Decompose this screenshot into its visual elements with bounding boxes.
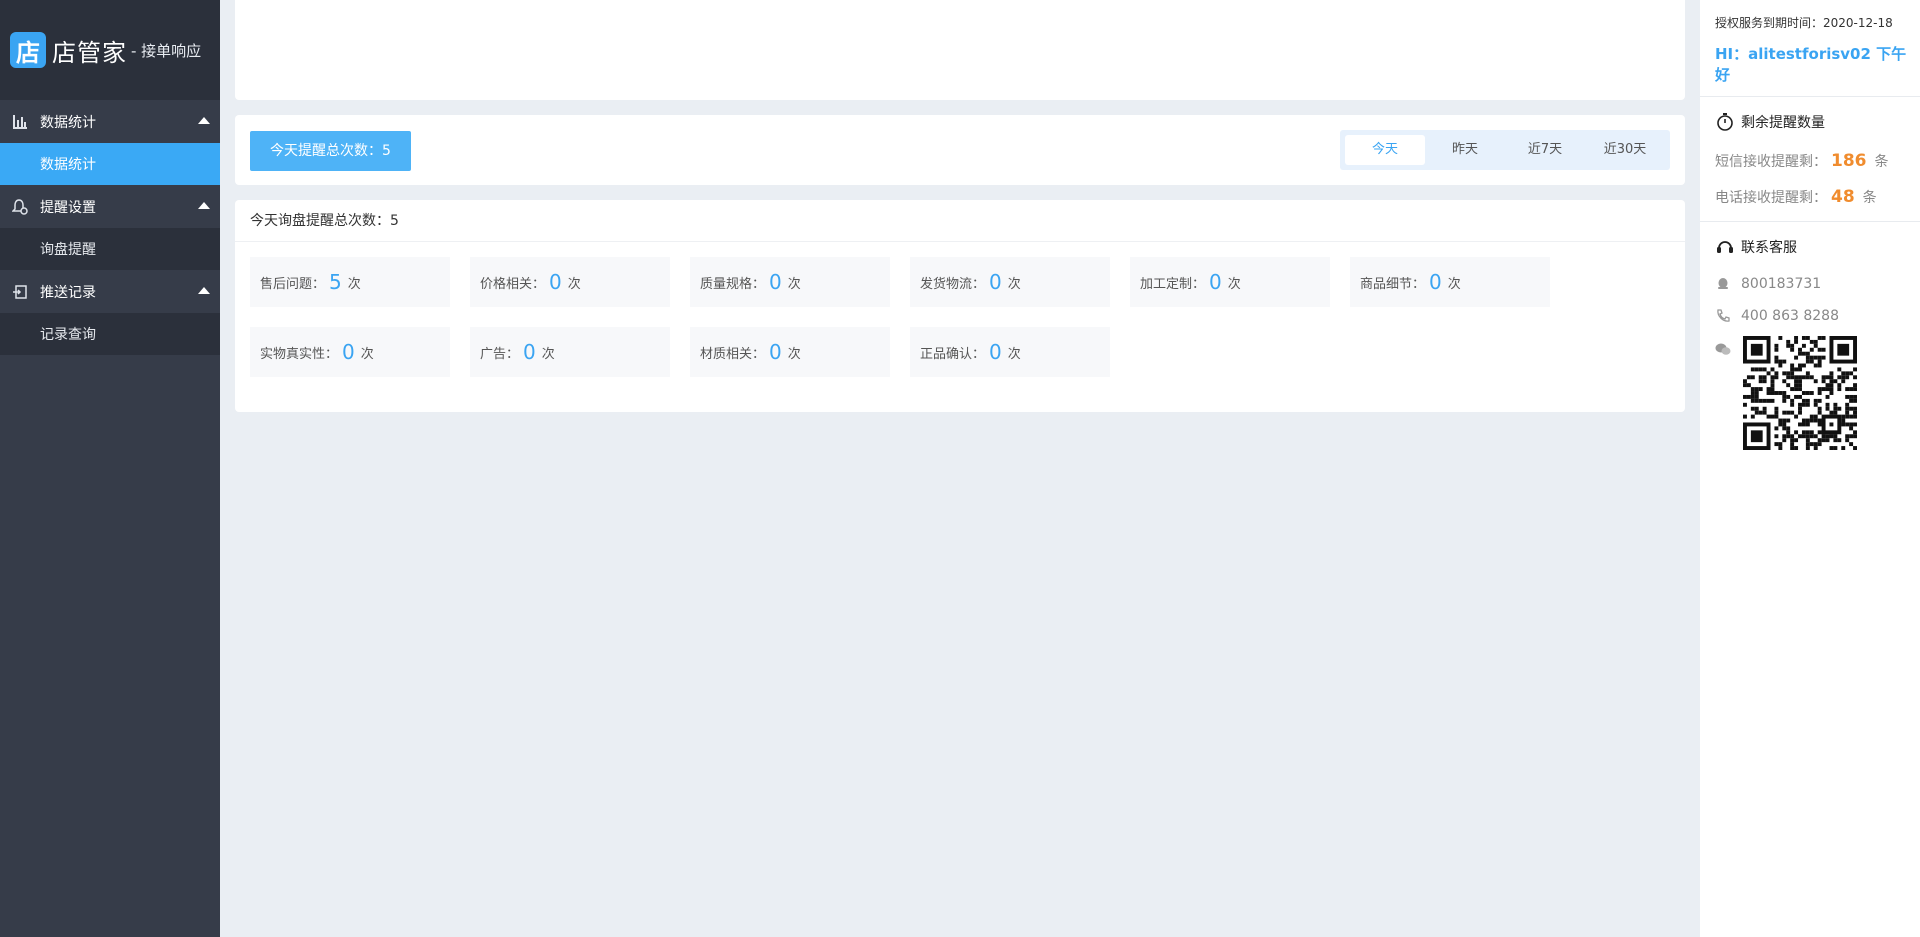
app-subtitle: - 接单响应 — [131, 41, 202, 60]
sidebar: 店 店管家 - 接单响应 数据统计 数据统计 提醒设置 询盘提醒 推送记录 记录… — [0, 0, 220, 937]
tab-last-7-days[interactable]: 近7天 — [1505, 135, 1585, 165]
account-info: 授权服务到期时间：2020-12-18 HI：alitestforisv02 下… — [1700, 0, 1920, 97]
right-panel: 授权服务到期时间：2020-12-18 HI：alitestforisv02 下… — [1700, 0, 1920, 937]
app-name: 店管家 — [52, 38, 127, 67]
main-content: 今天提醒总次数：5 今天 昨天 近7天 近30天 今天询盘提醒总次数：5 售后问… — [235, 0, 1685, 412]
qq-icon — [1715, 277, 1731, 291]
caret-up-icon — [198, 202, 210, 209]
qq-contact[interactable]: 800183731 — [1715, 276, 1905, 292]
remaining-reminders: 剩余提醒数量 短信接收提醒剩： 186 条 电话接收提醒剩： 48 条 — [1700, 97, 1920, 222]
customer-service-title: 联系客服 — [1715, 234, 1905, 260]
headset-icon — [1715, 237, 1735, 257]
menu-header-label: 推送记录 — [40, 284, 96, 301]
menu-group-push-records: 推送记录 记录查询 — [0, 270, 220, 355]
tab-today[interactable]: 今天 — [1345, 135, 1425, 165]
expire-date: 授权服务到期时间：2020-12-18 — [1715, 16, 1893, 30]
stat-customization: 加工定制： 0 次 — [1130, 257, 1330, 307]
bar-chart-icon — [10, 114, 30, 129]
remaining-title: 剩余提醒数量 — [1715, 109, 1905, 135]
detail-title: 今天询盘提醒总次数：5 — [235, 200, 1685, 242]
customer-service: 联系客服 800183731 400 863 8288 — [1700, 222, 1920, 464]
qr-contact — [1715, 336, 1905, 450]
tab-yesterday[interactable]: 昨天 — [1425, 135, 1505, 165]
stat-price: 价格相关： 0 次 — [470, 257, 670, 307]
menu-header-label: 数据统计 — [40, 114, 96, 131]
app-logo[interactable]: 店 店管家 - 接单响应 — [0, 0, 220, 100]
stat-after-sales: 售后问题： 5 次 — [250, 257, 450, 307]
total-reminders-badge: 今天提醒总次数：5 — [250, 131, 411, 171]
menu-header-data-stats[interactable]: 数据统计 — [0, 100, 220, 143]
stat-advertising: 广告： 0 次 — [470, 327, 670, 377]
wechat-icon — [1715, 342, 1731, 360]
stat-authenticity: 实物真实性： 0 次 — [250, 327, 450, 377]
summary-bar: 今天提醒总次数：5 今天 昨天 近7天 近30天 — [235, 115, 1685, 185]
stopwatch-icon — [1715, 112, 1735, 132]
phone-remaining: 电话接收提醒剩： 48 条 — [1715, 187, 1877, 207]
inquiry-detail-card: 今天询盘提醒总次数：5 售后问题： 5 次 价格相关： 0 次 质量规格： 0 次 发货物流… — [235, 200, 1685, 412]
sidebar-item-inquiry-reminder[interactable]: 询盘提醒 — [0, 228, 220, 270]
sidebar-item-data-stats[interactable]: 数据统计 — [0, 143, 220, 185]
stat-genuine-confirm: 正品确认： 0 次 — [910, 327, 1110, 377]
caret-up-icon — [198, 117, 210, 124]
stat-grid: 售后问题： 5 次 价格相关： 0 次 质量规格： 0 次 发货物流： 0 次 加工定制： 0 次 … — [235, 242, 1685, 397]
caret-up-icon — [198, 287, 210, 294]
bell-gear-icon — [10, 198, 30, 215]
phone-icon — [1715, 309, 1731, 323]
push-record-icon — [10, 284, 30, 299]
logo-badge: 店 — [10, 32, 46, 68]
detail-title-count: 5 — [390, 213, 399, 229]
detail-title-label: 今天询盘提醒总次数： — [250, 213, 390, 229]
menu-header-reminder-settings[interactable]: 提醒设置 — [0, 185, 220, 228]
sidebar-item-record-query[interactable]: 记录查询 — [0, 313, 220, 355]
sms-remaining: 短信接收提醒剩： 186 条 — [1715, 151, 1889, 171]
menu-header-push-records[interactable]: 推送记录 — [0, 270, 220, 313]
tab-last-30-days[interactable]: 近30天 — [1585, 135, 1665, 165]
menu-group-reminder-settings: 提醒设置 询盘提醒 — [0, 185, 220, 270]
menu-group-data-stats: 数据统计 数据统计 — [0, 100, 220, 185]
qr-code-image — [1743, 336, 1857, 450]
user-greeting: HI：alitestforisv02 下午好 — [1715, 45, 1907, 84]
date-range-tabs: 今天 昨天 近7天 近30天 — [1340, 130, 1670, 170]
top-panel — [235, 0, 1685, 100]
menu-header-label: 提醒设置 — [40, 199, 96, 216]
stat-product-detail: 商品细节： 0 次 — [1350, 257, 1550, 307]
stat-shipping: 发货物流： 0 次 — [910, 257, 1110, 307]
stat-quality-spec: 质量规格： 0 次 — [690, 257, 890, 307]
phone-contact[interactable]: 400 863 8288 — [1715, 308, 1905, 324]
stat-material: 材质相关： 0 次 — [690, 327, 890, 377]
